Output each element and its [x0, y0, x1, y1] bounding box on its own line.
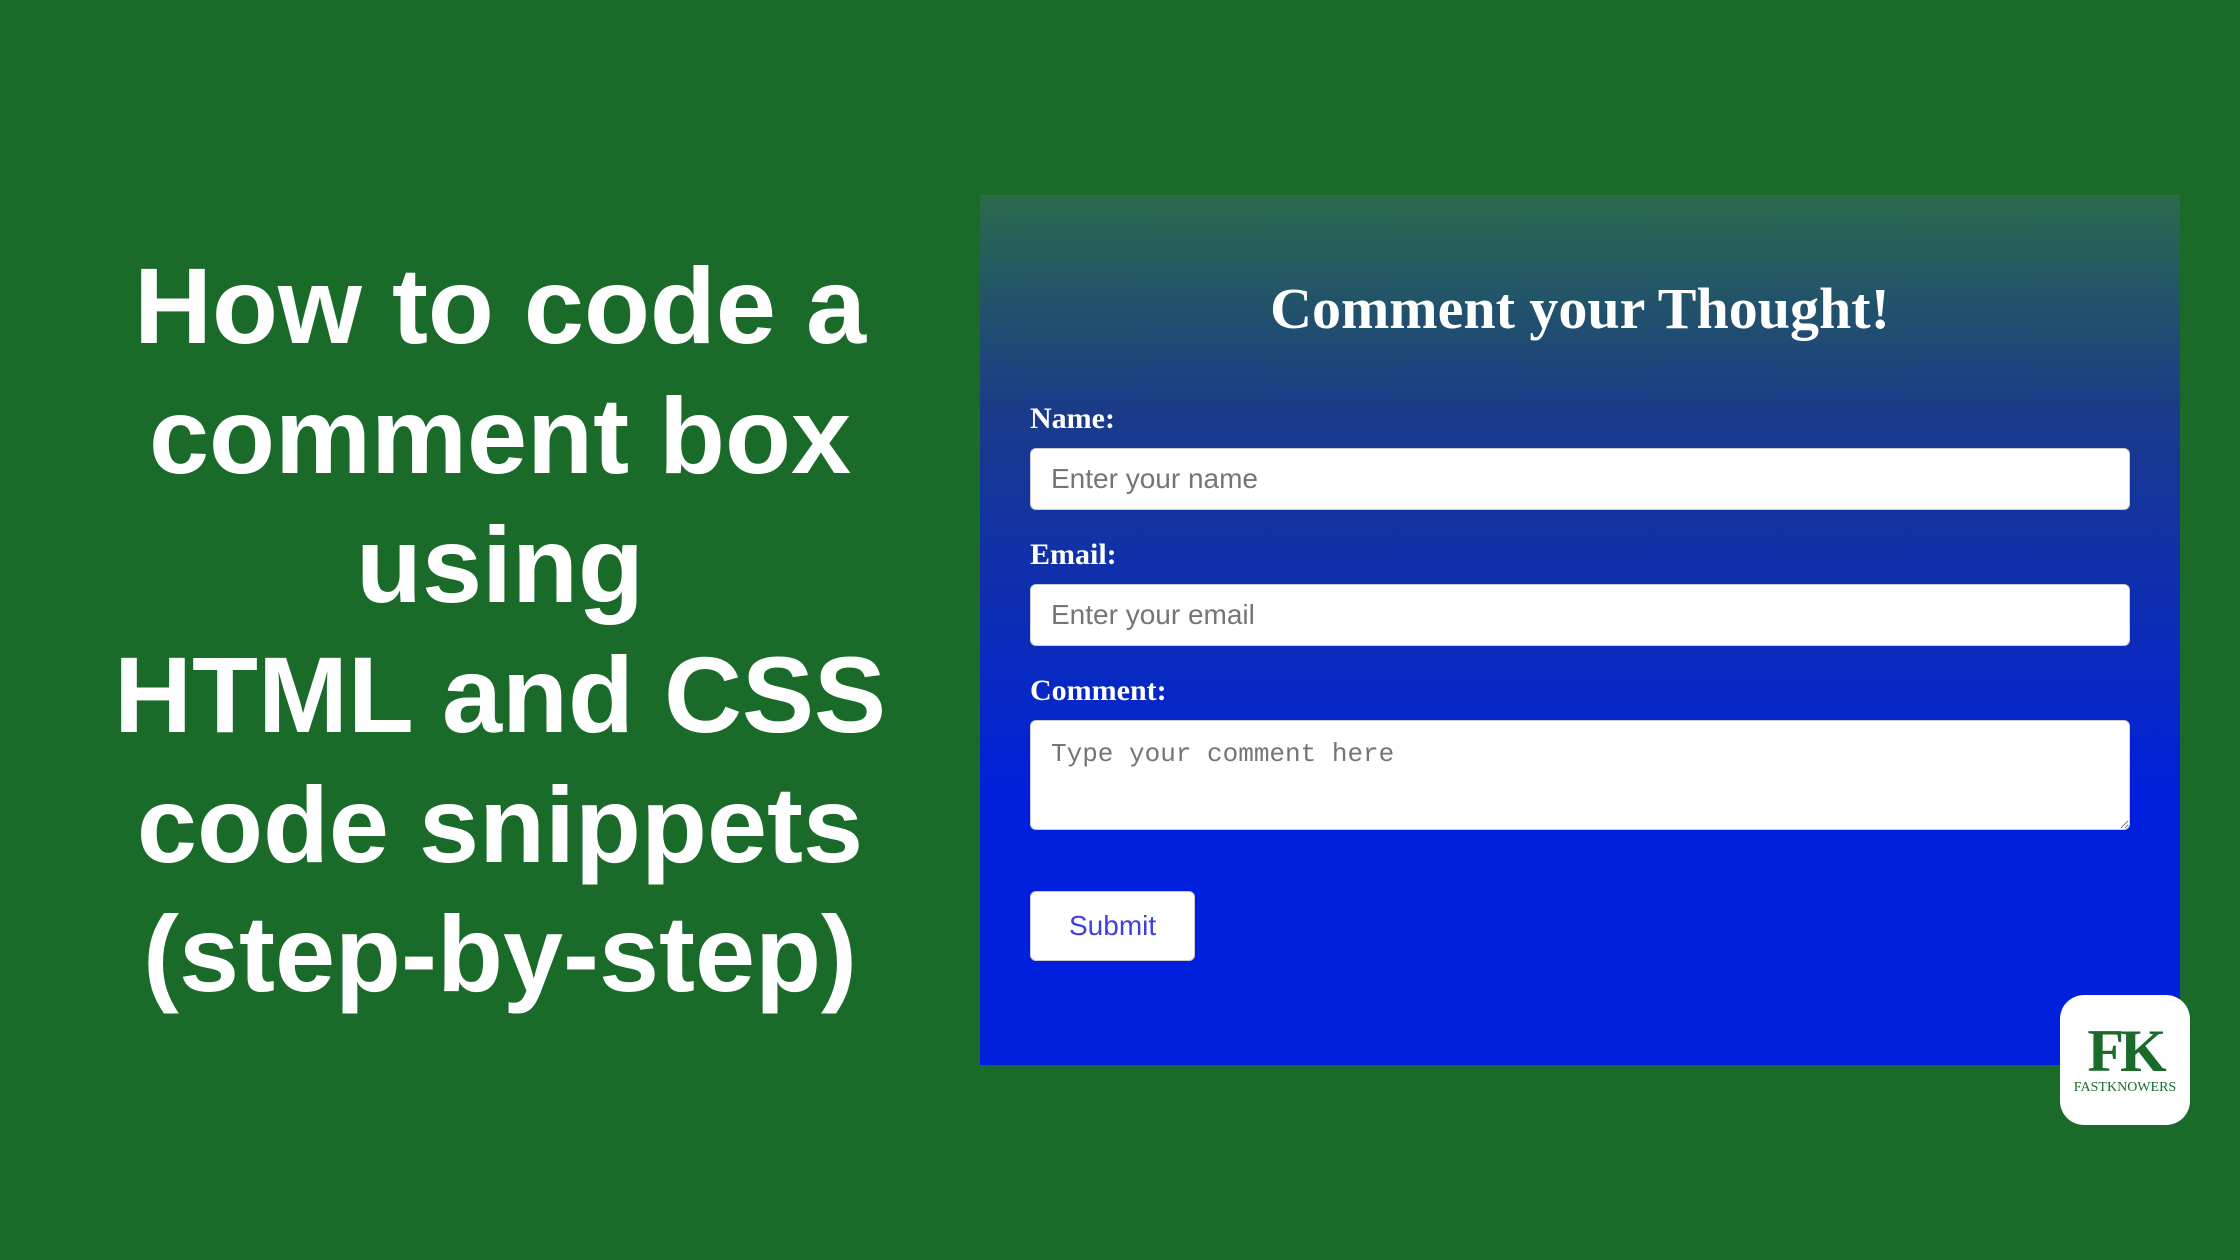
comment-label: Comment:	[1030, 674, 2130, 708]
headline-line-1: How to code a	[134, 245, 866, 366]
logo-initials: FK	[2087, 1024, 2162, 1078]
headline-line-3: using	[356, 504, 644, 625]
comment-field-group: Comment:	[1030, 674, 2130, 835]
submit-button[interactable]: Submit	[1030, 891, 1195, 961]
form-title: Comment your Thought!	[1030, 275, 2130, 342]
email-label: Email:	[1030, 538, 2130, 572]
page-headline: How to code a comment box using HTML and…	[60, 241, 940, 1019]
email-field-group: Email:	[1030, 538, 2130, 646]
headline-line-4: HTML and CSS	[114, 634, 886, 755]
name-field-group: Name:	[1030, 402, 2130, 510]
logo-caption: FASTKNOWERS	[2074, 1080, 2176, 1096]
name-label: Name:	[1030, 402, 2130, 436]
comment-form-panel: Comment your Thought! Name: Email: Comme…	[980, 195, 2180, 1065]
headline-line-6: (step-by-step)	[143, 893, 857, 1014]
brand-logo: FK FASTKNOWERS	[2060, 995, 2190, 1125]
email-input[interactable]	[1030, 584, 2130, 646]
name-input[interactable]	[1030, 448, 2130, 510]
headline-line-5: code snippets	[137, 764, 863, 885]
headline-line-2: comment box	[149, 375, 851, 496]
comment-textarea[interactable]	[1030, 720, 2130, 830]
headline-column: How to code a comment box using HTML and…	[60, 241, 980, 1019]
